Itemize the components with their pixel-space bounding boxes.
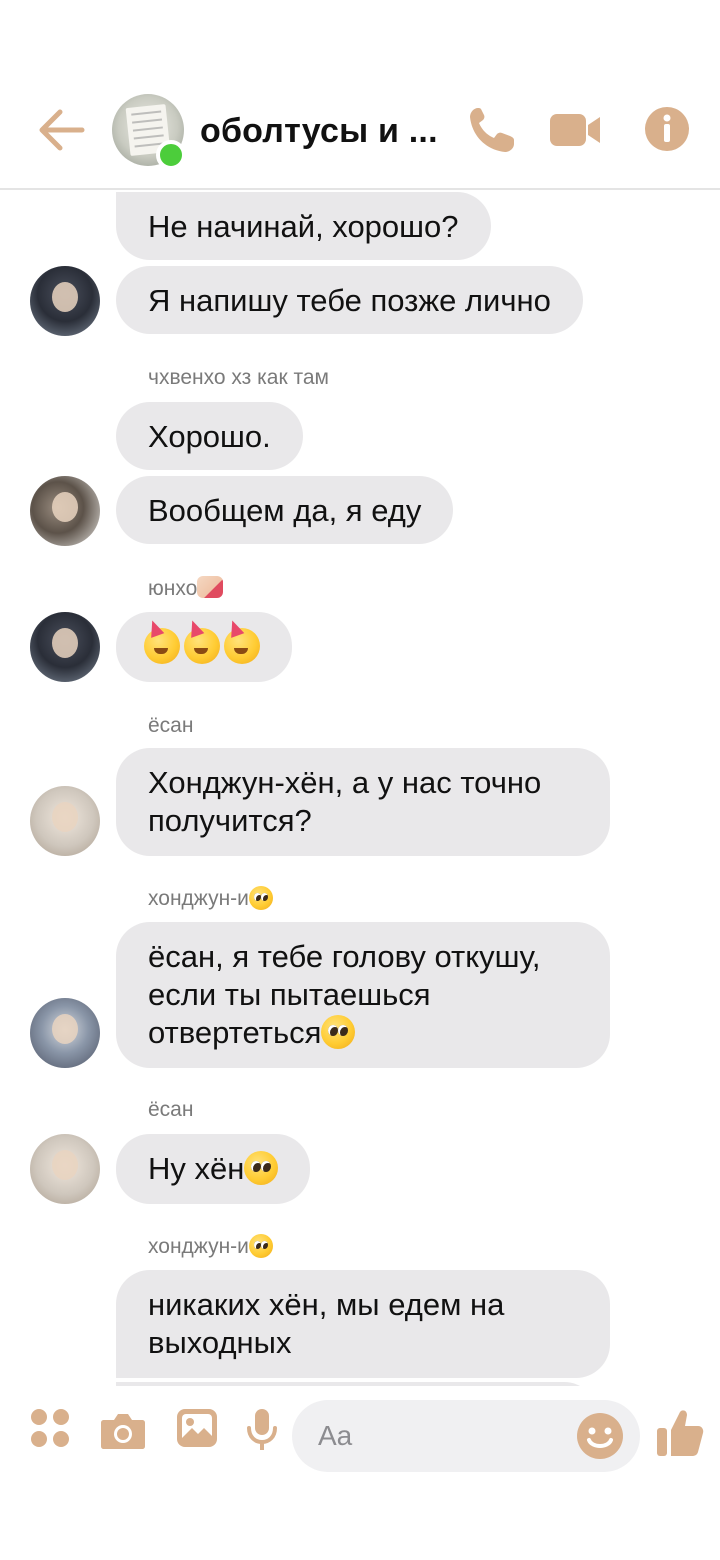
sender-name: ёсан (148, 1098, 194, 1121)
avatar[interactable] (30, 1134, 100, 1204)
message-bubble[interactable]: Вообщем да, я еду (116, 476, 454, 544)
video-camera-icon[interactable] (548, 104, 602, 156)
sender-name: юнхо (148, 576, 224, 601)
smile-icon[interactable] (576, 1412, 624, 1460)
online-status-dot (156, 140, 186, 170)
partying-face-emoji-icon (184, 628, 220, 664)
message-bubble[interactable]: никаких хён, мы едем на выходных (116, 1270, 610, 1378)
sender-name-text: юнхо (148, 577, 198, 600)
sender-name: ёсан (148, 714, 194, 737)
sender-name-text: хонджун-и (148, 887, 249, 910)
pleading-face-emoji-icon (248, 886, 273, 910)
message-text-line: если ты пытаешься (148, 977, 431, 1012)
message-text: Ну хён (148, 1151, 245, 1186)
message-composer: Aa (0, 1390, 720, 1490)
gallery-icon[interactable] (176, 1408, 218, 1448)
avatar[interactable] (30, 476, 100, 546)
four-dots-menu-icon[interactable] (30, 1408, 70, 1448)
message-text: Я напишу тебе позже лично (148, 283, 551, 318)
message-input[interactable]: Aa (292, 1400, 640, 1472)
info-icon[interactable] (644, 106, 690, 152)
message-text-line: выходных (148, 1325, 292, 1360)
message-text: Не начинай, хорошо? (148, 209, 459, 244)
message-bubble[interactable]: ёсан, я тебе голову откушу, если ты пыта… (116, 922, 610, 1068)
chat-screen: оболтусы и ... Не начинай, хорошо? Я нап… (0, 0, 720, 1560)
sender-name: хонджун-и (148, 1234, 273, 1259)
back-arrow-icon[interactable] (38, 108, 86, 152)
message-bubble[interactable]: Ну хён (116, 1134, 311, 1204)
nail-polish-emoji-icon (197, 576, 224, 598)
avatar[interactable] (30, 786, 100, 856)
message-bubble[interactable]: Хонджун-хён, а у нас точно получится? (116, 748, 610, 856)
message-text: Хорошо. (148, 419, 271, 454)
avatar[interactable] (30, 998, 100, 1068)
avatar[interactable] (30, 612, 100, 682)
bottom-spacer (0, 1490, 720, 1560)
sender-name-text: хонджун-и (148, 1235, 249, 1258)
avatar[interactable] (30, 266, 100, 336)
message-text: Вообщем да, я еду (148, 493, 422, 528)
message-list[interactable]: Не начинай, хорошо? Я напишу тебе позже … (0, 192, 720, 1386)
pleading-face-emoji-icon (244, 1151, 279, 1185)
sender-name: чхвенхо хз как там (148, 366, 329, 389)
message-text-line: ёсан, я тебе голову откушу, (148, 939, 541, 974)
message-text-line: отвертеться (148, 1014, 578, 1052)
message-bubble[interactable]: Не начинай, хорошо? (116, 192, 491, 260)
chat-header: оболтусы и ... (0, 0, 720, 190)
thumbs-up-icon[interactable] (656, 1408, 704, 1458)
microphone-icon[interactable] (246, 1408, 278, 1452)
message-input-placeholder: Aa (318, 1420, 353, 1451)
chat-title[interactable]: оболтусы и ... (200, 112, 438, 151)
message-text-line: никаких хён, мы едем на (148, 1287, 505, 1322)
pleading-face-emoji-icon (248, 1234, 273, 1258)
camera-icon[interactable] (100, 1410, 146, 1450)
message-bubble[interactable]: Хорошо. (116, 402, 303, 470)
message-bubble-partial[interactable] (116, 1382, 598, 1386)
sender-name: хонджун-и (148, 886, 273, 911)
message-text-line: получится? (148, 803, 312, 838)
message-text: отвертеться (148, 1015, 322, 1050)
emoji-message-bubble[interactable] (116, 612, 292, 682)
phone-icon[interactable] (466, 104, 516, 156)
message-text-line: Хонджун-хён, а у нас точно (148, 765, 542, 800)
pleading-face-emoji-icon (321, 1015, 356, 1049)
partying-face-emoji-icon (224, 628, 260, 664)
message-bubble[interactable]: Я напишу тебе позже лично (116, 266, 583, 334)
partying-face-emoji-icon (144, 628, 180, 664)
